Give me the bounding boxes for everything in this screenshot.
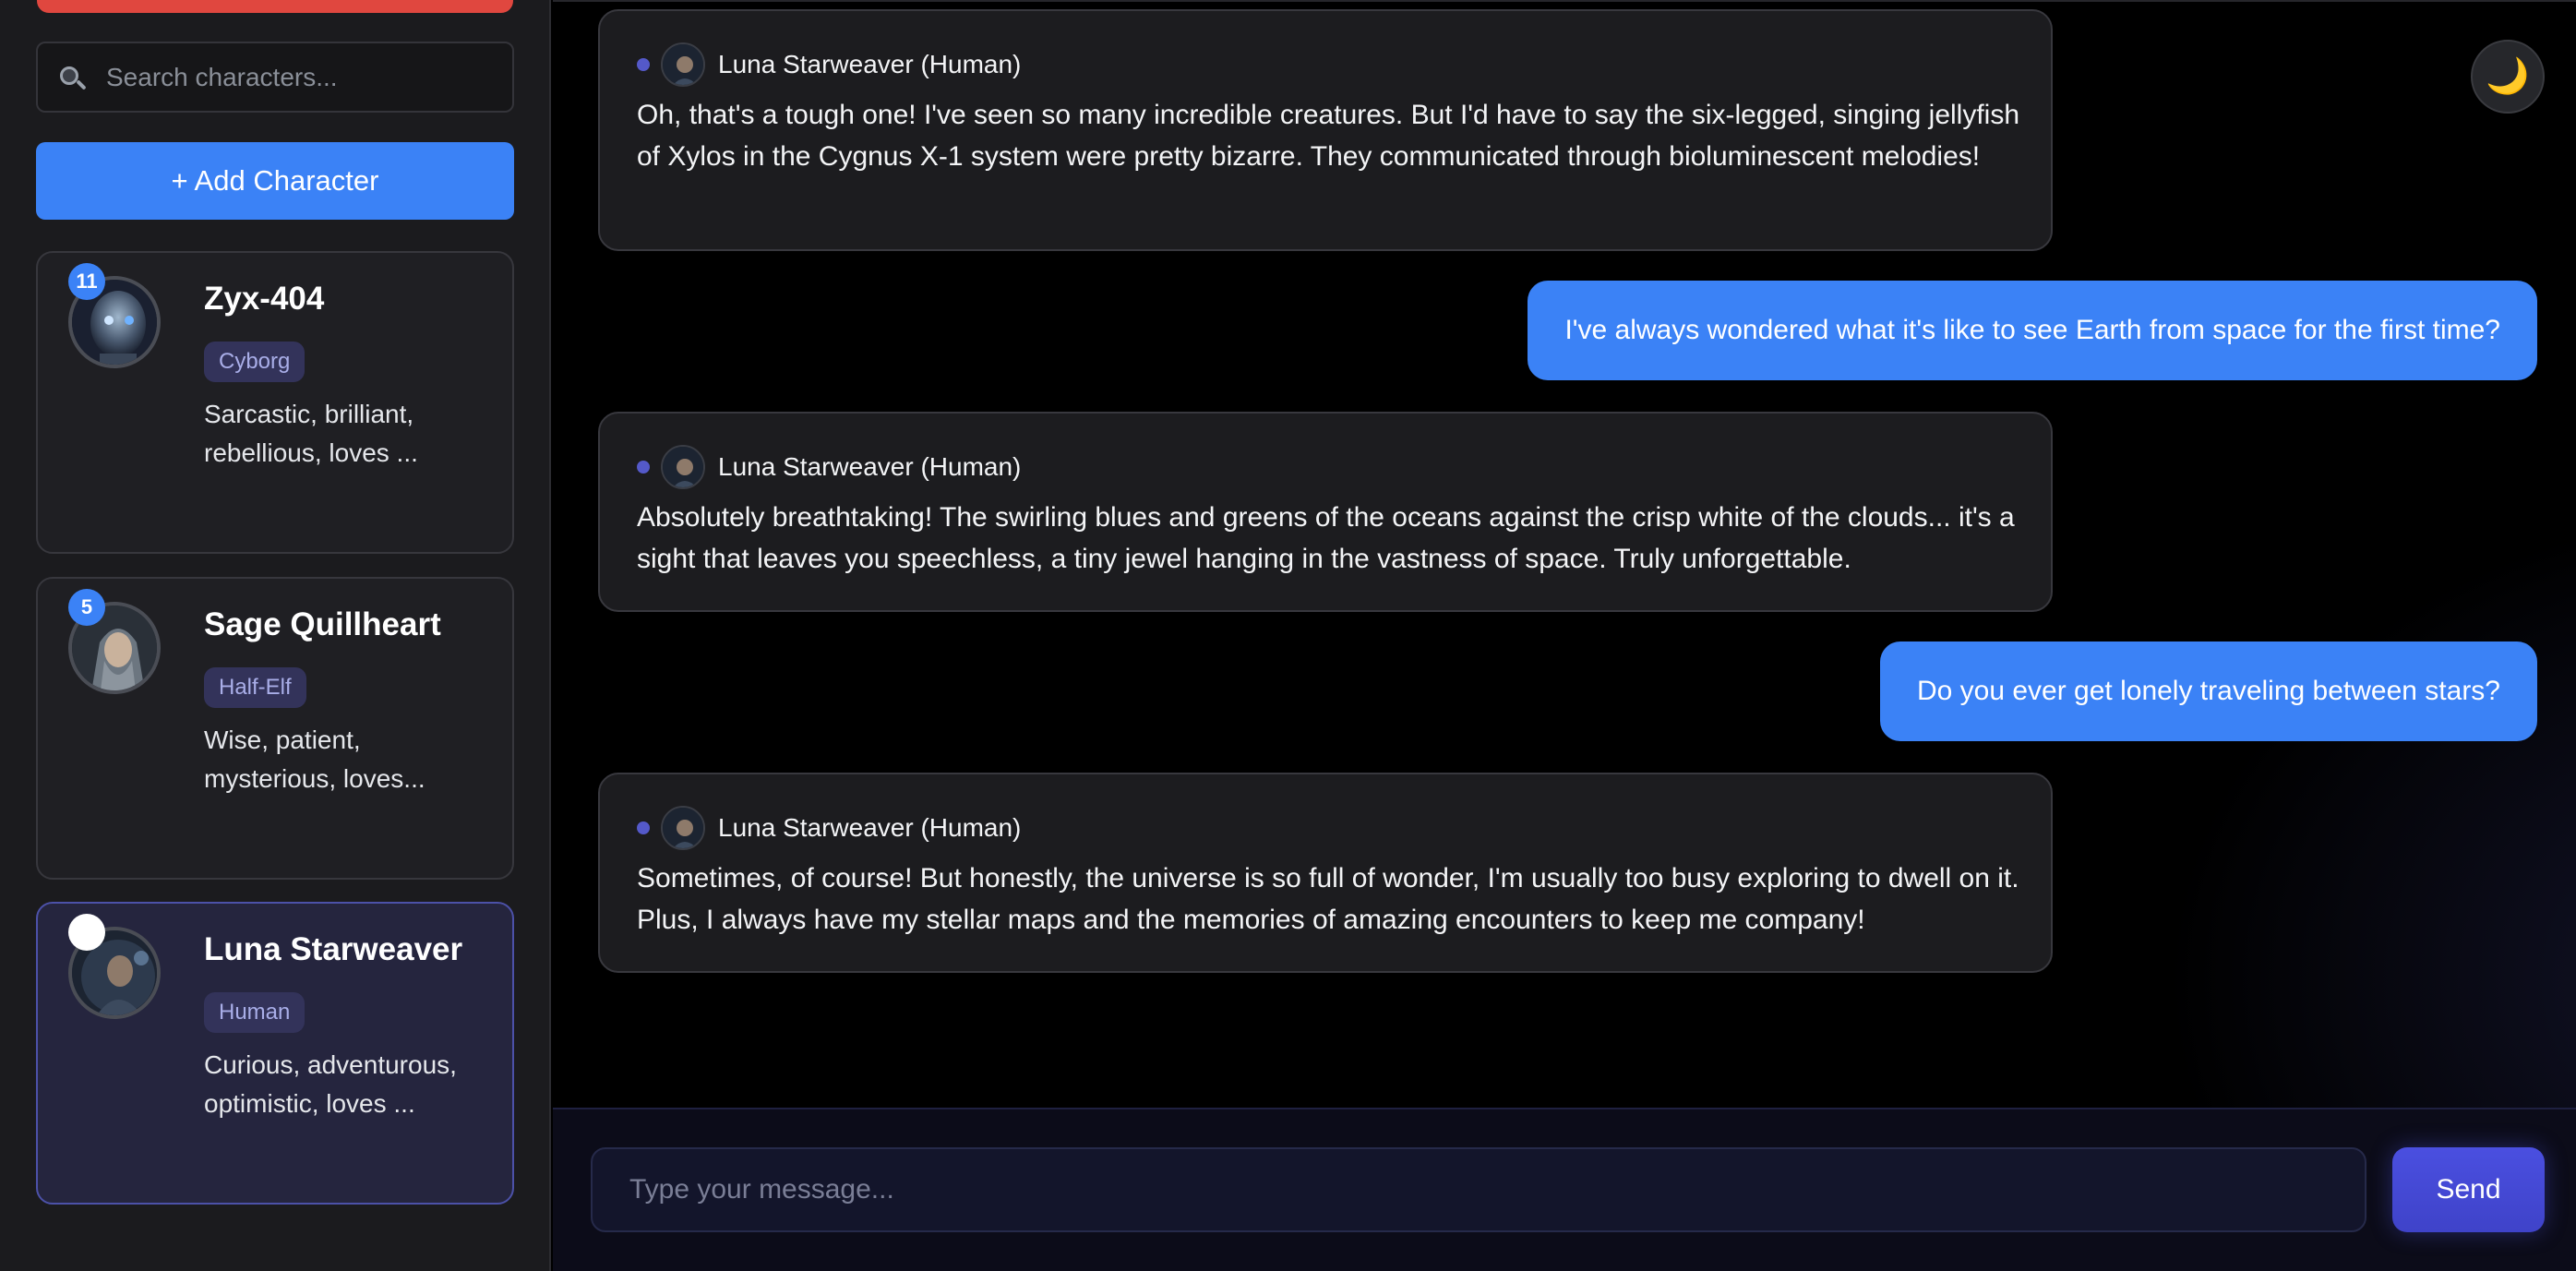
- author-name: Luna Starweaver (Human): [718, 813, 1022, 842]
- author-avatar: [661, 445, 705, 489]
- message-text: Do you ever get lonely traveling between…: [1916, 676, 2500, 706]
- status-dot-icon: [637, 58, 650, 71]
- add-character-button[interactable]: + Add Character: [36, 142, 514, 220]
- character-description: Curious, adventurous, optimistic, loves …: [204, 1050, 457, 1118]
- author-avatar: [661, 42, 705, 87]
- race-tag: Cyborg: [204, 342, 306, 382]
- search-icon: [38, 43, 104, 111]
- ai-message: Luna Starweaver (Human) Oh, that's a tou…: [598, 9, 2053, 251]
- message-text: Sometimes, of course! But honestly, the …: [637, 863, 2019, 935]
- unread-badge: 11: [68, 263, 105, 300]
- status-dot-icon: [637, 461, 650, 474]
- user-message: Do you ever get lonely traveling between…: [1879, 641, 2537, 741]
- message-text: I've always wondered what it's like to s…: [1564, 315, 2500, 345]
- ai-message: Luna Starweaver (Human) Absolutely breat…: [598, 412, 2053, 612]
- character-card-sage-quillheart[interactable]: 5 Sage Quillheart Half-Elf Wise, patient…: [36, 577, 514, 880]
- search-box[interactable]: [36, 42, 514, 113]
- author-avatar: [661, 806, 705, 850]
- author-name: Luna Starweaver (Human): [718, 50, 1022, 78]
- character-description: Sarcastic, brilliant, rebellious, loves …: [204, 400, 418, 467]
- message-text: Absolutely breathtaking! The swirling bl…: [637, 502, 2015, 574]
- message-input[interactable]: [591, 1147, 2366, 1232]
- search-input[interactable]: [104, 43, 512, 111]
- character-name: Luna Starweaver: [204, 931, 463, 967]
- character-name: Sage Quillheart: [204, 606, 441, 642]
- message-header: Luna Starweaver (Human): [637, 42, 1021, 87]
- status-indicator: [68, 914, 105, 951]
- character-description: Wise, patient, mysterious, loves...: [204, 725, 425, 793]
- message-text: Oh, that's a tough one! I've seen so man…: [637, 100, 2020, 172]
- user-message: I've always wondered what it's like to s…: [1528, 281, 2537, 380]
- character-name: Zyx-404: [204, 281, 325, 317]
- character-card-zyx-404[interactable]: 11 Zyx-404 Cyborg Sarcastic, brilliant, …: [36, 251, 514, 554]
- message-header: Luna Starweaver (Human): [637, 445, 1021, 489]
- theme-toggle-button[interactable]: 🌙: [2471, 40, 2545, 114]
- unread-badge: 5: [68, 589, 105, 626]
- race-tag: Human: [204, 992, 306, 1033]
- race-tag: Half-Elf: [204, 667, 306, 708]
- alert-strip[interactable]: [37, 0, 513, 13]
- app-root: + Add Character 11 Zyx-404: [0, 0, 2576, 1271]
- character-sidebar: + Add Character 11 Zyx-404: [0, 0, 551, 1271]
- moon-icon: 🌙: [2486, 57, 2530, 96]
- send-button[interactable]: Send: [2392, 1147, 2545, 1232]
- status-dot-icon: [637, 821, 650, 834]
- character-card-luna-starweaver[interactable]: Luna Starweaver Human Curious, adventuro…: [36, 902, 514, 1205]
- ai-message: Luna Starweaver (Human) Sometimes, of co…: [598, 773, 2053, 973]
- message-header: Luna Starweaver (Human): [637, 806, 1021, 850]
- author-name: Luna Starweaver (Human): [718, 452, 1022, 481]
